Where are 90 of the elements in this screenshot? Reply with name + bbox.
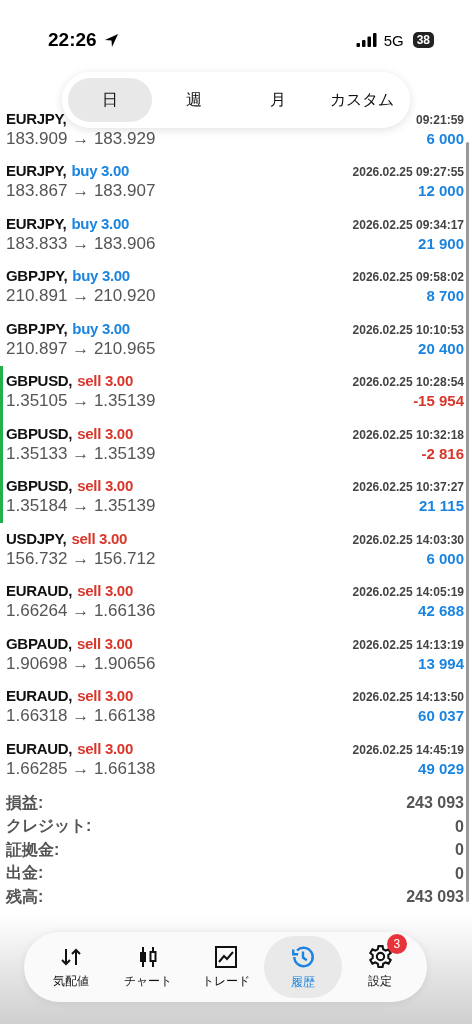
nav-tab[interactable]: チャート — [109, 936, 187, 998]
trade-side: buy 3.00 — [71, 162, 130, 180]
trade-symbol: EURJPY, — [6, 109, 67, 127]
trade-profit: 60 037 — [418, 707, 464, 725]
summary-label: 残高: — [6, 886, 44, 907]
trade-prices: 183.909 → 183.929 — [6, 128, 156, 149]
trade-time: 2026.02.25 09:58:02 — [352, 270, 464, 285]
trade-prices: 1.66318 → 1.66138 — [6, 706, 156, 727]
trade-time: 2026.02.25 14:45:19 — [352, 742, 464, 757]
trade-symbol: GBPJPY, — [6, 267, 68, 285]
trade-symbol: EURAUD, — [6, 582, 73, 600]
trade-prices: 1.35133 → 1.35139 — [6, 443, 156, 464]
trade-profit: 12 000 — [418, 182, 464, 200]
trade-prices: 210.891 → 210.920 — [6, 286, 156, 307]
trade-time: 2026.02.25 10:28:54 — [352, 375, 464, 390]
trade-prices: 156.732 → 156.712 — [6, 548, 156, 569]
trade-side: buy 3.00 — [72, 319, 130, 337]
summary-value: 243 093 — [406, 888, 464, 907]
trade-side: sell 3.00 — [76, 634, 133, 652]
trade-profit: -2 816 — [421, 444, 464, 462]
summary-value: 0 — [455, 841, 464, 860]
signal-icon — [355, 33, 377, 47]
trade-side: sell 3.00 — [77, 372, 133, 390]
trade-profit: 49 029 — [418, 759, 464, 777]
trade-symbol: GBPAUD, — [6, 634, 72, 652]
trade-side: sell 3.00 — [77, 582, 133, 600]
trade-time: 2026.02.25 14:13:19 — [352, 637, 464, 652]
trade-symbol: EURJPY, — [6, 162, 67, 180]
trade-time: 2026.02.25 14:03:30 — [352, 532, 464, 547]
line-chart-icon — [213, 944, 238, 969]
summary-label: 出金: — [6, 863, 44, 884]
trade-prices: 1.66285 → 1.66138 — [6, 758, 156, 779]
trade-symbol: GBPUSD, — [6, 372, 73, 390]
nav-tab[interactable]: トレード — [186, 936, 265, 998]
period-tab[interactable]: 日 — [68, 78, 152, 122]
trade-side: sell 3.00 — [77, 687, 133, 705]
trade-prices: 1.66264 → 1.66136 — [6, 601, 156, 622]
summary-label: 損益: — [6, 792, 44, 813]
summary-value: 243 093 — [406, 794, 464, 813]
trade-profit: 6 000 — [426, 549, 464, 567]
status-time: 22:26 — [48, 29, 97, 51]
trade-side: sell 3.00 — [77, 739, 133, 757]
trade-profit: 21 115 — [418, 497, 464, 515]
trade-symbol: GBPUSD, — [6, 477, 73, 495]
network-label: 5G — [383, 31, 404, 49]
trade-side: buy 3.00 — [71, 214, 130, 232]
summary-label: クレジット: — [6, 816, 92, 837]
period-tab[interactable]: 週 — [152, 78, 236, 122]
summary-label: 証拠金: — [6, 839, 60, 860]
trade-profit: 13 994 — [418, 654, 464, 672]
trade-symbol: GBPUSD, — [6, 424, 73, 442]
trade-time: 2026.02.25 09:27:55 — [352, 165, 464, 180]
summary-value: 0 — [455, 817, 464, 836]
trade-time: 2026.02.25 14:05:19 — [352, 585, 464, 600]
trade-side: sell 3.00 — [77, 424, 133, 442]
trade-profit: 21 900 — [418, 234, 464, 252]
trade-prices: 183.833 → 183.906 — [6, 233, 156, 254]
nav-tab[interactable]: 3 設定 — [341, 936, 420, 998]
trade-symbol: EURAUD, — [6, 687, 73, 705]
trade-profit: -15 954 — [413, 392, 464, 410]
trade-time: 2026.02.25 10:32:18 — [352, 427, 464, 442]
trade-time: 2026.02.25 14:13:50 — [352, 690, 464, 705]
trade-prices: 1.35105 → 1.35139 — [6, 391, 156, 412]
trade-symbol: EURJPY, — [6, 214, 67, 232]
nav-tab[interactable]: 気配値 — [32, 936, 110, 998]
trade-time: 2026.02.25 10:37:27 — [352, 480, 464, 495]
trade-symbol: USDJPY, — [6, 529, 67, 547]
trade-symbol: GBPJPY, — [6, 319, 68, 337]
trade-profit: 42 688 — [418, 602, 464, 620]
trade-time: 09:21:59 — [415, 112, 464, 127]
trade-prices: 210.897 → 210.965 — [6, 338, 156, 359]
trade-side: sell 3.00 — [71, 529, 128, 547]
trade-profit: 20 400 — [418, 339, 464, 357]
trade-prices: 183.867 → 183.907 — [6, 181, 156, 202]
summary-value: 0 — [455, 864, 464, 883]
trade-time: 2026.02.25 09:34:17 — [352, 217, 464, 232]
battery-indicator: 38 — [412, 32, 434, 48]
period-tab[interactable]: カスタム — [320, 78, 404, 122]
trade-side: buy 3.00 — [72, 267, 130, 285]
notification-badge: 3 — [386, 934, 407, 954]
settings-icon — [367, 944, 393, 969]
period-tab[interactable]: 月 — [236, 78, 320, 122]
trade-time: 2026.02.25 10:10:53 — [352, 322, 464, 337]
trade-prices: 1.35184 → 1.35139 — [6, 496, 156, 517]
trade-prices: 1.90698 → 1.90656 — [6, 653, 156, 674]
location-arrow-icon — [103, 32, 119, 48]
trade-symbol: EURAUD, — [6, 739, 73, 757]
trade-side: sell 3.00 — [77, 477, 133, 495]
trade-profit: 6 000 — [426, 129, 464, 147]
trade-profit: 8 700 — [426, 287, 464, 305]
